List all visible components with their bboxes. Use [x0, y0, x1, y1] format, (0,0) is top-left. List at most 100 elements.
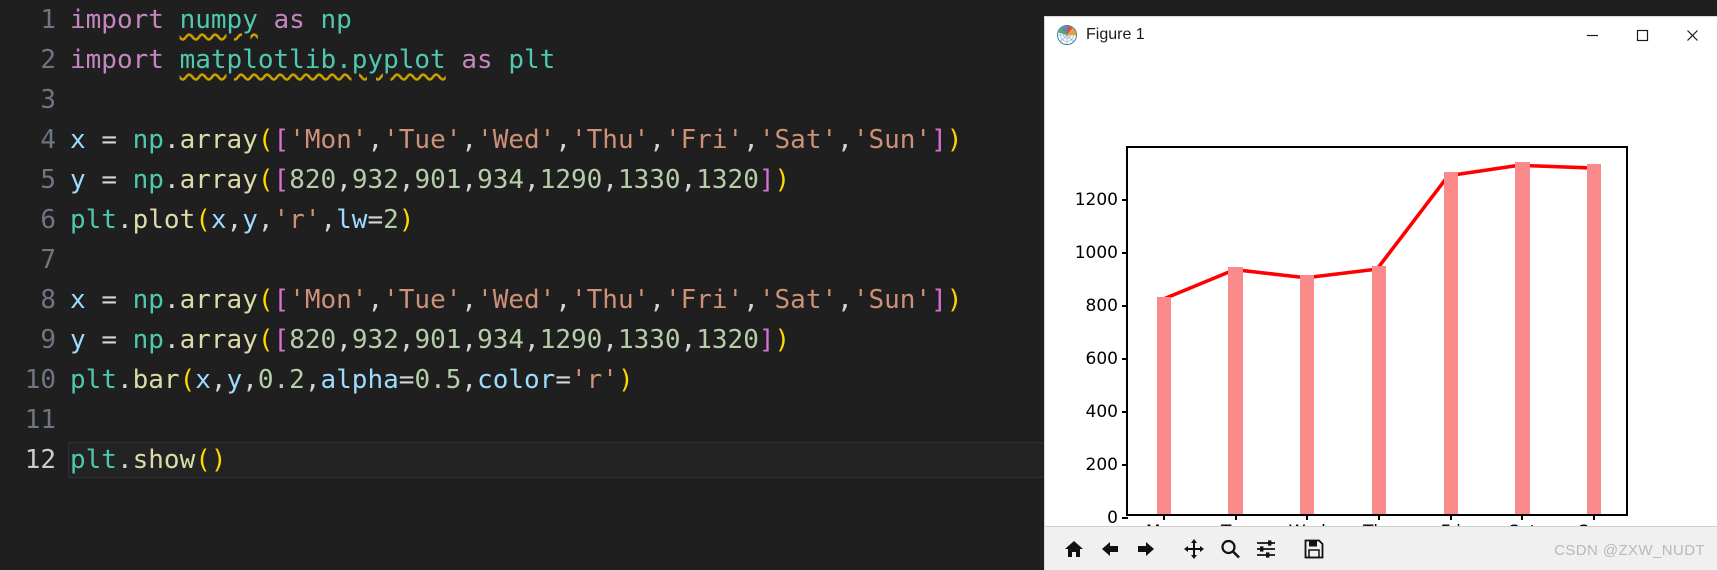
- code-token: show: [132, 445, 196, 475]
- code-token: ]: [931, 285, 947, 315]
- code-token: =: [101, 125, 117, 155]
- code-token: as: [461, 45, 493, 75]
- code-token: x: [70, 125, 86, 155]
- code-token: ): [946, 285, 963, 315]
- bar: [1443, 172, 1458, 514]
- code-token: ,: [602, 325, 618, 355]
- x-axis-tick-mark: [1449, 514, 1452, 520]
- code-token: =: [398, 365, 415, 395]
- code-line-text: plt.plot(x,y,'r',lw=2): [70, 200, 414, 240]
- code-token: ,: [837, 285, 853, 315]
- matplotlib-logo-icon: [1057, 25, 1077, 45]
- code-token: ,: [837, 125, 853, 155]
- code-line-text: plt.show(): [70, 440, 227, 480]
- code-token: 1320: [696, 325, 759, 355]
- bar: [1300, 275, 1315, 514]
- x-axis-tick-mark: [1378, 514, 1380, 520]
- maximize-icon[interactable]: [1617, 17, 1667, 53]
- code-line-text: x = np.array(['Mon','Tue','Wed','Thu','F…: [70, 280, 962, 320]
- forward-arrow-icon[interactable]: [1129, 533, 1163, 564]
- code-line-text: import matplotlib.pyplot as plt: [70, 40, 555, 80]
- code-token: =: [101, 285, 117, 315]
- code-token: matplotlib.pyplot: [179, 45, 446, 75]
- code-token: array: [179, 325, 258, 355]
- code-token: ,: [226, 205, 243, 235]
- code-line-text: import numpy as np: [70, 0, 352, 40]
- code-token: plot: [132, 205, 196, 235]
- plot-axes[interactable]: 020040060080010001200MonTueWedThuFriSatS…: [1075, 146, 1628, 542]
- code-token: ,: [461, 285, 478, 315]
- code-token: =: [101, 165, 117, 195]
- figure-toolbar[interactable]: CSDN @ZXW_NUDT: [1045, 526, 1717, 570]
- code-token: 1330: [617, 325, 681, 355]
- y-axis-tick-label: 400: [1085, 401, 1118, 422]
- code-token: ,: [336, 165, 352, 195]
- y-axis-tick-label: 800: [1085, 295, 1118, 316]
- code-token: 'Thu': [571, 125, 650, 155]
- configure-subplots-icon[interactable]: [1249, 533, 1283, 564]
- code-line-text: plt.bar(x,y,0.2,alpha=0.5,color='r'): [70, 360, 634, 400]
- code-token: ,: [555, 285, 571, 315]
- code-token: np: [132, 285, 164, 315]
- code-token: (: [179, 365, 196, 395]
- code-token: =: [367, 205, 384, 235]
- figure-canvas[interactable]: 020040060080010001200MonTueWedThuFriSatS…: [1045, 53, 1717, 542]
- code-token: (: [257, 125, 274, 155]
- window-title: Figure 1: [1086, 26, 1145, 43]
- watermark-text: CSDN @ZXW_NUDT: [1554, 542, 1705, 559]
- code-token: color: [477, 365, 556, 395]
- code-token: ,: [743, 125, 759, 155]
- code-token: as: [273, 5, 305, 35]
- x-axis-tick-mark: [1234, 514, 1237, 520]
- code-token: (: [257, 325, 274, 355]
- code-token: 'Wed': [477, 125, 556, 155]
- line-number: 11: [24, 405, 56, 435]
- matplotlib-figure-window[interactable]: Figure 1 020040060080010001200MonTueWedT…: [1045, 17, 1717, 570]
- window-title-bar[interactable]: Figure 1: [1045, 17, 1717, 53]
- save-floppy-icon[interactable]: [1297, 533, 1331, 564]
- code-token: 932: [351, 325, 399, 355]
- line-number: 1: [40, 5, 56, 35]
- x-axis-tick-mark: [1593, 514, 1596, 520]
- code-token: 1330: [617, 165, 681, 195]
- back-arrow-icon[interactable]: [1093, 533, 1127, 564]
- code-token: x: [195, 365, 211, 395]
- zoom-magnifier-icon[interactable]: [1213, 533, 1247, 564]
- code-token: plt: [70, 205, 117, 235]
- code-token: 'Sat': [758, 125, 838, 155]
- bar: [1586, 164, 1602, 514]
- pan-move-icon[interactable]: [1177, 533, 1211, 564]
- code-token: ,: [524, 325, 540, 355]
- y-axis-tick-label: 600: [1085, 348, 1118, 369]
- y-axis-tick-mark: [1122, 251, 1128, 254]
- code-line-text: y = np.array([820,932,901,934,1290,1330,…: [70, 160, 790, 200]
- code-token: (: [257, 285, 274, 315]
- code-token: 901: [414, 325, 462, 355]
- code-token: import: [70, 5, 164, 35]
- code-token: 'Sun': [852, 285, 932, 315]
- line-number: 6: [40, 205, 56, 235]
- code-token: ,: [242, 365, 258, 395]
- code-token: 934: [477, 325, 525, 355]
- code-token: plt: [508, 45, 556, 75]
- code-token: 'Wed': [477, 285, 556, 315]
- code-token: ): [774, 325, 791, 355]
- code-token: .: [163, 325, 180, 355]
- close-icon[interactable]: [1667, 17, 1717, 53]
- code-token: 820: [289, 165, 337, 195]
- minimize-icon[interactable]: [1567, 17, 1617, 53]
- code-token: lw: [336, 205, 368, 235]
- code-token: np: [320, 5, 352, 35]
- code-token: ): [210, 445, 227, 475]
- bar: [1515, 161, 1530, 514]
- code-token: .: [116, 205, 133, 235]
- code-token: [: [273, 325, 290, 355]
- code-token: ,: [257, 205, 274, 235]
- code-token: plt: [70, 445, 117, 475]
- home-icon[interactable]: [1057, 533, 1091, 564]
- code-token: ,: [336, 325, 352, 355]
